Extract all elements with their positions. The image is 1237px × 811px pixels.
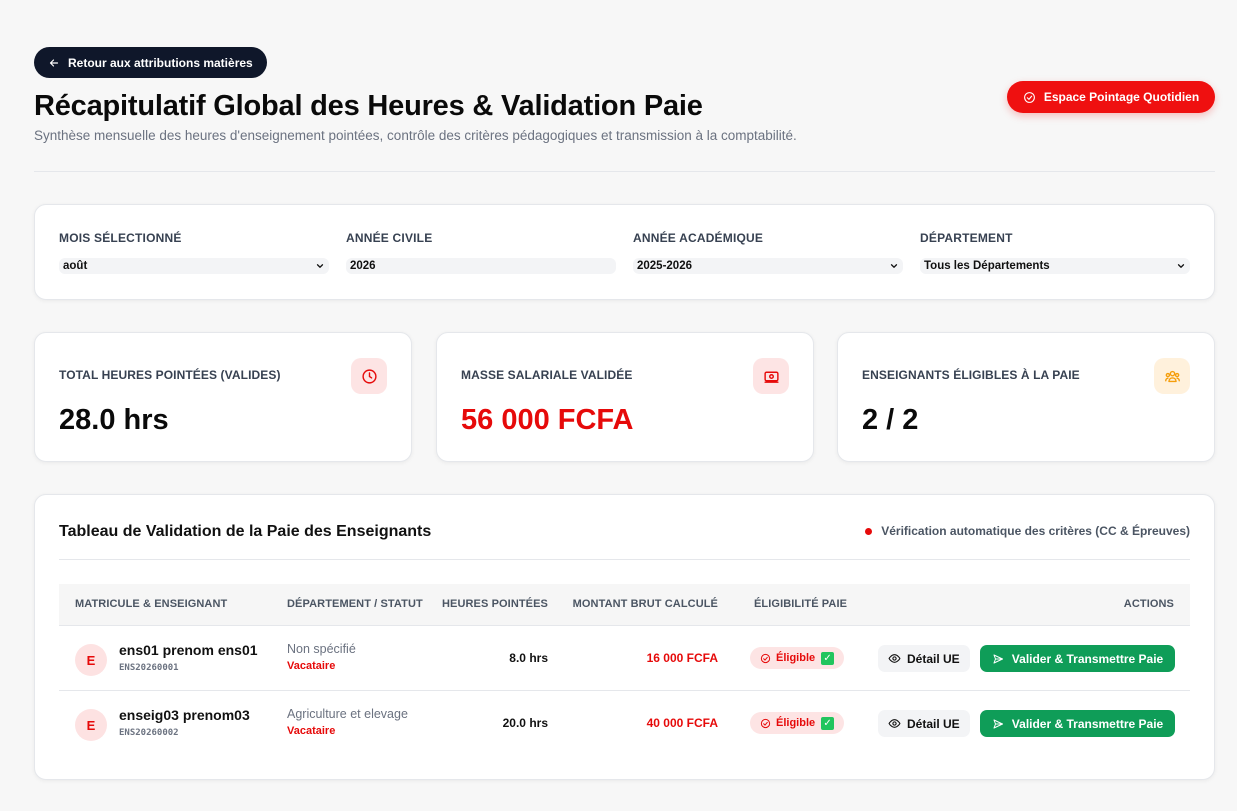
page-subtitle: Synthèse mensuelle des heures d'enseigne… <box>34 128 797 143</box>
check-mark-icon: ✓ <box>821 651 835 665</box>
check-circle-icon <box>760 653 771 663</box>
check-circle-icon <box>760 718 771 728</box>
chevron-down-icon <box>316 264 324 268</box>
header-divider <box>34 171 1215 172</box>
payroll-mass-card: MASSE SALARIALE VALIDÉE 56 000 FCFA <box>436 332 814 462</box>
column-header: MATRICULE & ENSEIGNANT <box>75 598 228 610</box>
eligibility-badge: Éligible ✓ <box>750 647 845 669</box>
chevron-down-icon <box>1177 264 1185 268</box>
civil-year-input[interactable]: 2026 <box>346 258 616 274</box>
civil-year-label: ANNÉE CIVILE <box>346 231 433 245</box>
payroll-mass-value: 56 000 FCFA <box>461 404 634 436</box>
teacher-name: enseig03 prenom03 <box>119 707 250 723</box>
back-button-label: Retour aux attributions matières <box>68 55 253 70</box>
eligible-teachers-value: 2 / 2 <box>862 404 919 436</box>
eye-icon <box>888 654 901 663</box>
amount-value: 16 000 FCFA <box>646 651 718 665</box>
eye-icon <box>888 719 901 728</box>
table-row: E enseig03 prenom03 ENS20260002 Agricult… <box>59 691 1190 756</box>
table-title: Tableau de Validation de la Paie des Ens… <box>59 523 432 540</box>
month-select-value: août <box>63 260 88 272</box>
eligibility-label: Éligible <box>776 717 816 729</box>
avatar: E <box>75 644 107 676</box>
teacher-status: Vacataire <box>287 660 336 672</box>
detail-ue-button[interactable]: Détail UE <box>878 710 970 737</box>
eligibility-label: Éligible <box>776 652 816 664</box>
payroll-mass-label: MASSE SALARIALE VALIDÉE <box>461 368 633 382</box>
month-select[interactable]: août <box>59 258 329 274</box>
department-filter-label: DÉPARTEMENT <box>920 231 1013 245</box>
hours-value: 20.0 hrs <box>502 716 548 730</box>
send-icon <box>993 719 1003 728</box>
department-filter: DÉPARTEMENT Tous les Départements <box>920 231 1190 274</box>
civil-year-filter: ANNÉE CIVILE 2026 <box>346 231 616 274</box>
department-select[interactable]: Tous les Départements <box>920 258 1190 274</box>
money-icon <box>753 358 789 394</box>
teacher-status: Vacataire <box>287 725 336 737</box>
arrow-left-icon <box>49 58 59 67</box>
total-hours-label: TOTAL HEURES POINTÉES (VALIDES) <box>59 368 281 382</box>
validate-transmit-label: Valider & Transmettre Paie <box>1011 716 1164 731</box>
teacher-matricule: ENS20260002 <box>119 728 179 738</box>
chevron-down-icon <box>890 264 898 268</box>
column-header: ÉLIGIBILITÉ PAIE <box>754 598 848 610</box>
back-to-assignments-button[interactable]: Retour aux attributions matières <box>34 47 267 78</box>
column-header: MONTANT BRUT CALCULÉ <box>572 598 718 610</box>
amount-value: 40 000 FCFA <box>646 716 718 730</box>
table-header: MATRICULE & ENSEIGNANT DÉPARTEMENT / STA… <box>59 584 1190 626</box>
academic-year-select[interactable]: 2025-2026 <box>633 258 903 274</box>
check-circle-icon <box>1023 91 1035 103</box>
teacher-department: Agriculture et elevage <box>287 707 408 721</box>
validate-transmit-button[interactable]: Valider & Transmettre Paie <box>980 645 1175 672</box>
check-mark-icon: ✓ <box>821 716 835 730</box>
column-header: DÉPARTEMENT / STATUT <box>287 598 423 610</box>
page-title: Récapitulatif Global des Heures & Valida… <box>34 90 703 122</box>
auto-check-label: Vérification automatique des critères (C… <box>881 524 1190 538</box>
validate-transmit-label: Valider & Transmettre Paie <box>1011 651 1164 666</box>
civil-year-value: 2026 <box>350 260 376 272</box>
auto-check-indicator: Vérification automatique des critères (C… <box>865 524 1190 538</box>
avatar: E <box>75 709 107 741</box>
payroll-validation-table: Tableau de Validation de la Paie des Ens… <box>34 494 1215 780</box>
month-filter: MOIS SÉLECTIONNÉ août <box>59 231 329 274</box>
send-icon <box>993 654 1003 663</box>
detail-ue-label: Détail UE <box>907 651 960 666</box>
daily-attendance-button[interactable]: Espace Pointage Quotidien <box>1007 81 1215 113</box>
eligible-teachers-card: ENSEIGNANTS ÉLIGIBLES À LA PAIE 2 / 2 <box>837 332 1215 462</box>
month-filter-label: MOIS SÉLECTIONNÉ <box>59 231 182 245</box>
clock-icon <box>351 358 387 394</box>
users-icon <box>1154 358 1190 394</box>
academic-year-value: 2025-2026 <box>637 260 692 272</box>
academic-year-label: ANNÉE ACADÉMIQUE <box>633 231 764 245</box>
academic-year-filter: ANNÉE ACADÉMIQUE 2025-2026 <box>633 231 903 274</box>
daily-attendance-label: Espace Pointage Quotidien <box>1043 90 1200 104</box>
teacher-matricule: ENS20260001 <box>119 663 179 673</box>
filters-panel: MOIS SÉLECTIONNÉ août ANNÉE CIVILE 2026 … <box>34 204 1215 300</box>
total-hours-card: TOTAL HEURES POINTÉES (VALIDES) 28.0 hrs <box>34 332 412 462</box>
department-select-value: Tous les Départements <box>924 260 1050 272</box>
teacher-name: ens01 prenom ens01 <box>119 642 258 658</box>
table-row: E ens01 prenom ens01 ENS20260001 Non spé… <box>59 626 1190 691</box>
status-dot <box>865 527 873 535</box>
teacher-department: Non spécifié <box>287 642 356 656</box>
column-header: ACTIONS <box>1123 598 1174 610</box>
column-header: HEURES POINTÉES <box>441 598 548 610</box>
detail-ue-label: Détail UE <box>907 716 960 731</box>
detail-ue-button[interactable]: Détail UE <box>878 645 970 672</box>
total-hours-value: 28.0 hrs <box>59 404 169 436</box>
hours-value: 8.0 hrs <box>509 651 548 665</box>
eligible-teachers-label: ENSEIGNANTS ÉLIGIBLES À LA PAIE <box>862 368 1080 382</box>
validate-transmit-button[interactable]: Valider & Transmettre Paie <box>980 710 1175 737</box>
table-divider <box>59 559 1190 560</box>
eligibility-badge: Éligible ✓ <box>750 712 845 734</box>
